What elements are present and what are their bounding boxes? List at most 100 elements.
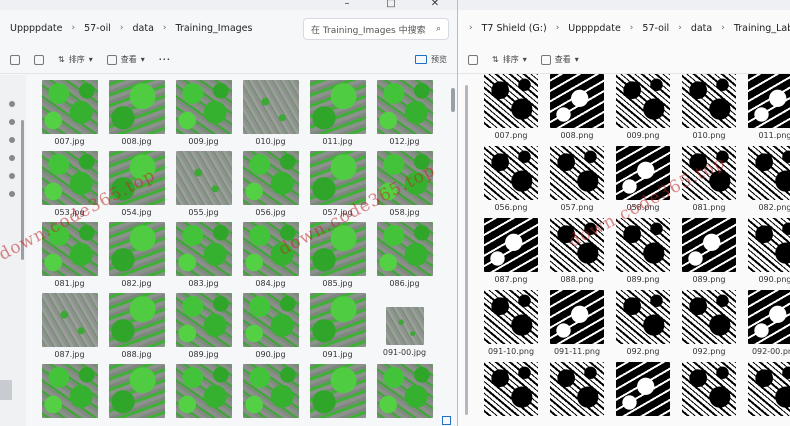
breadcrumb-item[interactable]: 57-oil bbox=[638, 23, 673, 34]
sort-button[interactable]: ⇅ 排序 ▾ bbox=[492, 54, 527, 65]
file-item[interactable] bbox=[36, 364, 103, 426]
file-item[interactable]: 010.png bbox=[676, 74, 742, 146]
file-item[interactable]: 091-00.jpg bbox=[371, 293, 438, 364]
file-thumbnail bbox=[682, 74, 736, 128]
minimize-icon[interactable]: – bbox=[325, 0, 369, 10]
file-item[interactable]: 088.png bbox=[544, 218, 610, 290]
file-item[interactable] bbox=[371, 364, 438, 426]
command-bar: ⇅ 排序 ▾ 查看 ▾ bbox=[458, 46, 790, 74]
file-item[interactable]: 012.jpg bbox=[371, 80, 438, 151]
file-name: 092-00.png bbox=[751, 347, 790, 356]
file-item[interactable]: 007.png bbox=[478, 74, 544, 146]
close-icon[interactable]: ✕ bbox=[413, 0, 457, 10]
file-item[interactable]: 009.jpg bbox=[170, 80, 237, 151]
file-item[interactable]: 083.jpg bbox=[170, 222, 237, 293]
file-item[interactable] bbox=[610, 362, 676, 426]
file-item[interactable]: 058.jpg bbox=[371, 151, 438, 222]
delete-icon[interactable] bbox=[468, 54, 478, 65]
breadcrumb-item[interactable]: Uppppdate bbox=[564, 23, 625, 34]
breadcrumb-item[interactable]: Training_Labels bbox=[730, 23, 790, 34]
window-icon bbox=[442, 416, 451, 425]
file-thumbnail bbox=[242, 364, 299, 418]
file-item[interactable]: 082.jpg bbox=[103, 222, 170, 293]
file-name: 088.png bbox=[560, 275, 594, 284]
preview-pane-icon bbox=[415, 55, 427, 64]
file-item[interactable] bbox=[478, 362, 544, 426]
file-item[interactable]: 091.jpg bbox=[304, 293, 371, 364]
file-thumbnail bbox=[309, 80, 366, 134]
file-item[interactable] bbox=[304, 364, 371, 426]
breadcrumb-item[interactable]: 57-oil bbox=[80, 23, 115, 34]
file-item[interactable]: 092-00.png bbox=[742, 290, 790, 362]
file-item[interactable]: 053.jpg bbox=[36, 151, 103, 222]
file-item[interactable]: 009.png bbox=[610, 74, 676, 146]
file-item[interactable]: 055.jpg bbox=[170, 151, 237, 222]
sort-button[interactable]: ⇅ 排序 ▾ bbox=[58, 54, 93, 65]
title-bar: – □ ✕ bbox=[0, 0, 457, 10]
nav-scrollbar[interactable] bbox=[21, 120, 24, 260]
breadcrumb[interactable]: Uppppdate › 57-oil › data › Training_Ima… bbox=[6, 16, 256, 40]
maximize-icon[interactable]: □ bbox=[369, 0, 413, 10]
breadcrumb-item[interactable]: Training_Images bbox=[172, 23, 257, 34]
file-item[interactable]: 010.jpg bbox=[237, 80, 304, 151]
file-item[interactable] bbox=[103, 364, 170, 426]
file-item[interactable]: 089.png bbox=[610, 218, 676, 290]
more-button[interactable]: ··· bbox=[159, 55, 171, 64]
file-item[interactable]: 008.png bbox=[544, 74, 610, 146]
file-item[interactable]: 082.png bbox=[742, 146, 790, 218]
file-item[interactable]: 054.jpg bbox=[103, 151, 170, 222]
file-name: 007.png bbox=[494, 131, 528, 140]
file-item[interactable]: 091-11.png bbox=[544, 290, 610, 362]
file-item[interactable] bbox=[742, 362, 790, 426]
file-item[interactable]: 081.jpg bbox=[36, 222, 103, 293]
breadcrumb-item[interactable]: T7 Shield (G:) bbox=[478, 23, 551, 34]
file-item[interactable]: 092.png bbox=[610, 290, 676, 362]
file-item[interactable]: 057.jpg bbox=[304, 151, 371, 222]
file-item[interactable]: 087.png bbox=[478, 218, 544, 290]
file-thumbnail bbox=[108, 222, 165, 276]
file-name: 054.jpg bbox=[121, 208, 152, 217]
file-item[interactable]: 084.jpg bbox=[237, 222, 304, 293]
file-item[interactable]: 092.png bbox=[676, 290, 742, 362]
breadcrumb-item[interactable]: data bbox=[129, 23, 158, 34]
file-name: 008.jpg bbox=[121, 137, 152, 146]
file-item[interactable]: 011.jpg bbox=[304, 80, 371, 151]
file-item[interactable]: 085.jpg bbox=[304, 222, 371, 293]
file-item[interactable]: 090.jpg bbox=[237, 293, 304, 364]
view-button[interactable]: 查看 ▾ bbox=[106, 54, 145, 65]
file-item[interactable]: 090.png bbox=[742, 218, 790, 290]
breadcrumb-item[interactable]: Uppppdate bbox=[6, 23, 67, 34]
file-item[interactable]: 011.png bbox=[742, 74, 790, 146]
file-item[interactable]: 089.png bbox=[676, 218, 742, 290]
file-item[interactable] bbox=[237, 364, 304, 426]
file-item[interactable]: 057.png bbox=[544, 146, 610, 218]
file-item[interactable] bbox=[544, 362, 610, 426]
nav-scroll-thumb[interactable] bbox=[0, 380, 12, 400]
file-item[interactable]: 056.jpg bbox=[237, 151, 304, 222]
preview-button[interactable]: 预览 bbox=[415, 54, 447, 65]
view-button[interactable]: 查看 ▾ bbox=[540, 54, 579, 65]
breadcrumb-item[interactable]: data bbox=[687, 23, 716, 34]
content-scrollbar[interactable] bbox=[465, 85, 468, 415]
search-input[interactable]: 在 Training_Images 中搜索 ⌕ bbox=[303, 18, 449, 40]
file-name: 087.jpg bbox=[54, 350, 85, 359]
file-item[interactable]: 091-10.png bbox=[478, 290, 544, 362]
address-bar: › T7 Shield (G:) › Uppppdate › 57-oil › … bbox=[458, 10, 790, 46]
cut-icon[interactable] bbox=[10, 54, 20, 65]
file-item[interactable]: 058.png bbox=[610, 146, 676, 218]
file-item[interactable]: 089.jpg bbox=[170, 293, 237, 364]
file-item[interactable]: 088.jpg bbox=[103, 293, 170, 364]
delete-icon[interactable] bbox=[34, 54, 44, 65]
content-scrollbar[interactable] bbox=[451, 88, 455, 112]
file-item[interactable]: 087.jpg bbox=[36, 293, 103, 364]
file-thumbnail bbox=[550, 74, 604, 128]
chevron-right-icon: › bbox=[721, 23, 725, 33]
file-item[interactable]: 086.jpg bbox=[371, 222, 438, 293]
file-item[interactable] bbox=[170, 364, 237, 426]
file-item[interactable]: 056.png bbox=[478, 146, 544, 218]
file-item[interactable] bbox=[676, 362, 742, 426]
file-item[interactable]: 007.jpg bbox=[36, 80, 103, 151]
file-item[interactable]: 081.png bbox=[676, 146, 742, 218]
file-item[interactable]: 008.jpg bbox=[103, 80, 170, 151]
breadcrumb[interactable]: › T7 Shield (G:) › Uppppdate › 57-oil › … bbox=[464, 16, 790, 40]
